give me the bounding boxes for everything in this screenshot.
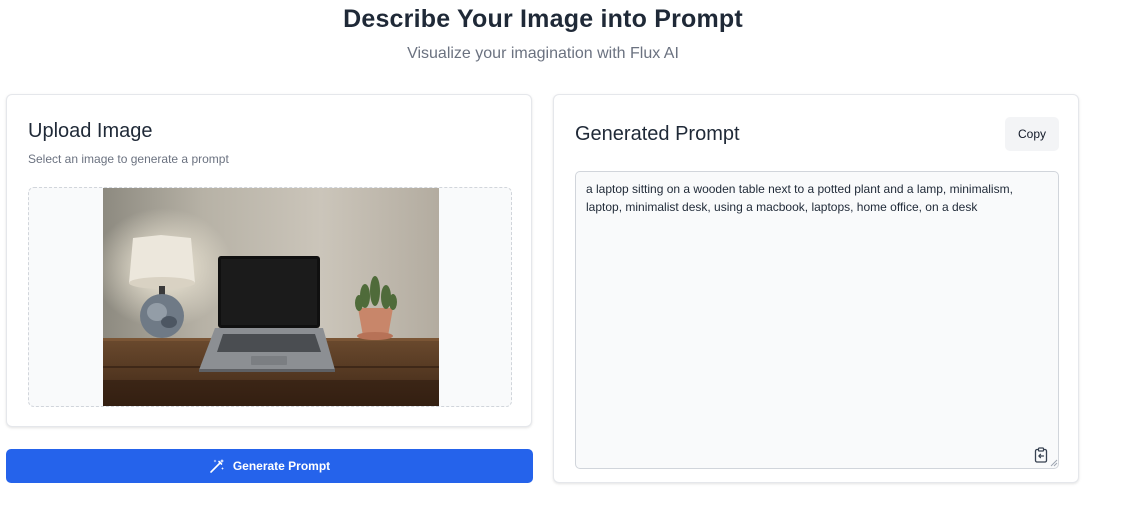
page-subtitle: Visualize your imagination with Flux AI: [407, 45, 679, 62]
uploaded-image: [103, 188, 439, 406]
generated-prompt-textarea[interactable]: a laptop sitting on a wooden table next …: [575, 171, 1059, 469]
image-dropzone[interactable]: [28, 187, 512, 407]
upload-title: Upload Image: [28, 120, 153, 142]
clipboard-paste-icon[interactable]: [1034, 447, 1048, 463]
copy-button[interactable]: Copy: [1005, 117, 1059, 151]
upload-card: Upload Image Select an image to generate…: [6, 94, 532, 427]
resize-handle-icon[interactable]: [1050, 459, 1058, 467]
page-title: Describe Your Image into Prompt: [343, 5, 743, 33]
upload-description: Select an image to generate a prompt: [28, 152, 229, 166]
magic-wand-icon: [210, 459, 224, 473]
generate-prompt-label: Generate Prompt: [232, 459, 331, 473]
prompt-card: Generated Prompt Copy a laptop sitting o…: [553, 94, 1079, 483]
prompt-title: Generated Prompt: [575, 123, 740, 145]
generate-prompt-button[interactable]: Generate Prompt: [6, 449, 533, 483]
